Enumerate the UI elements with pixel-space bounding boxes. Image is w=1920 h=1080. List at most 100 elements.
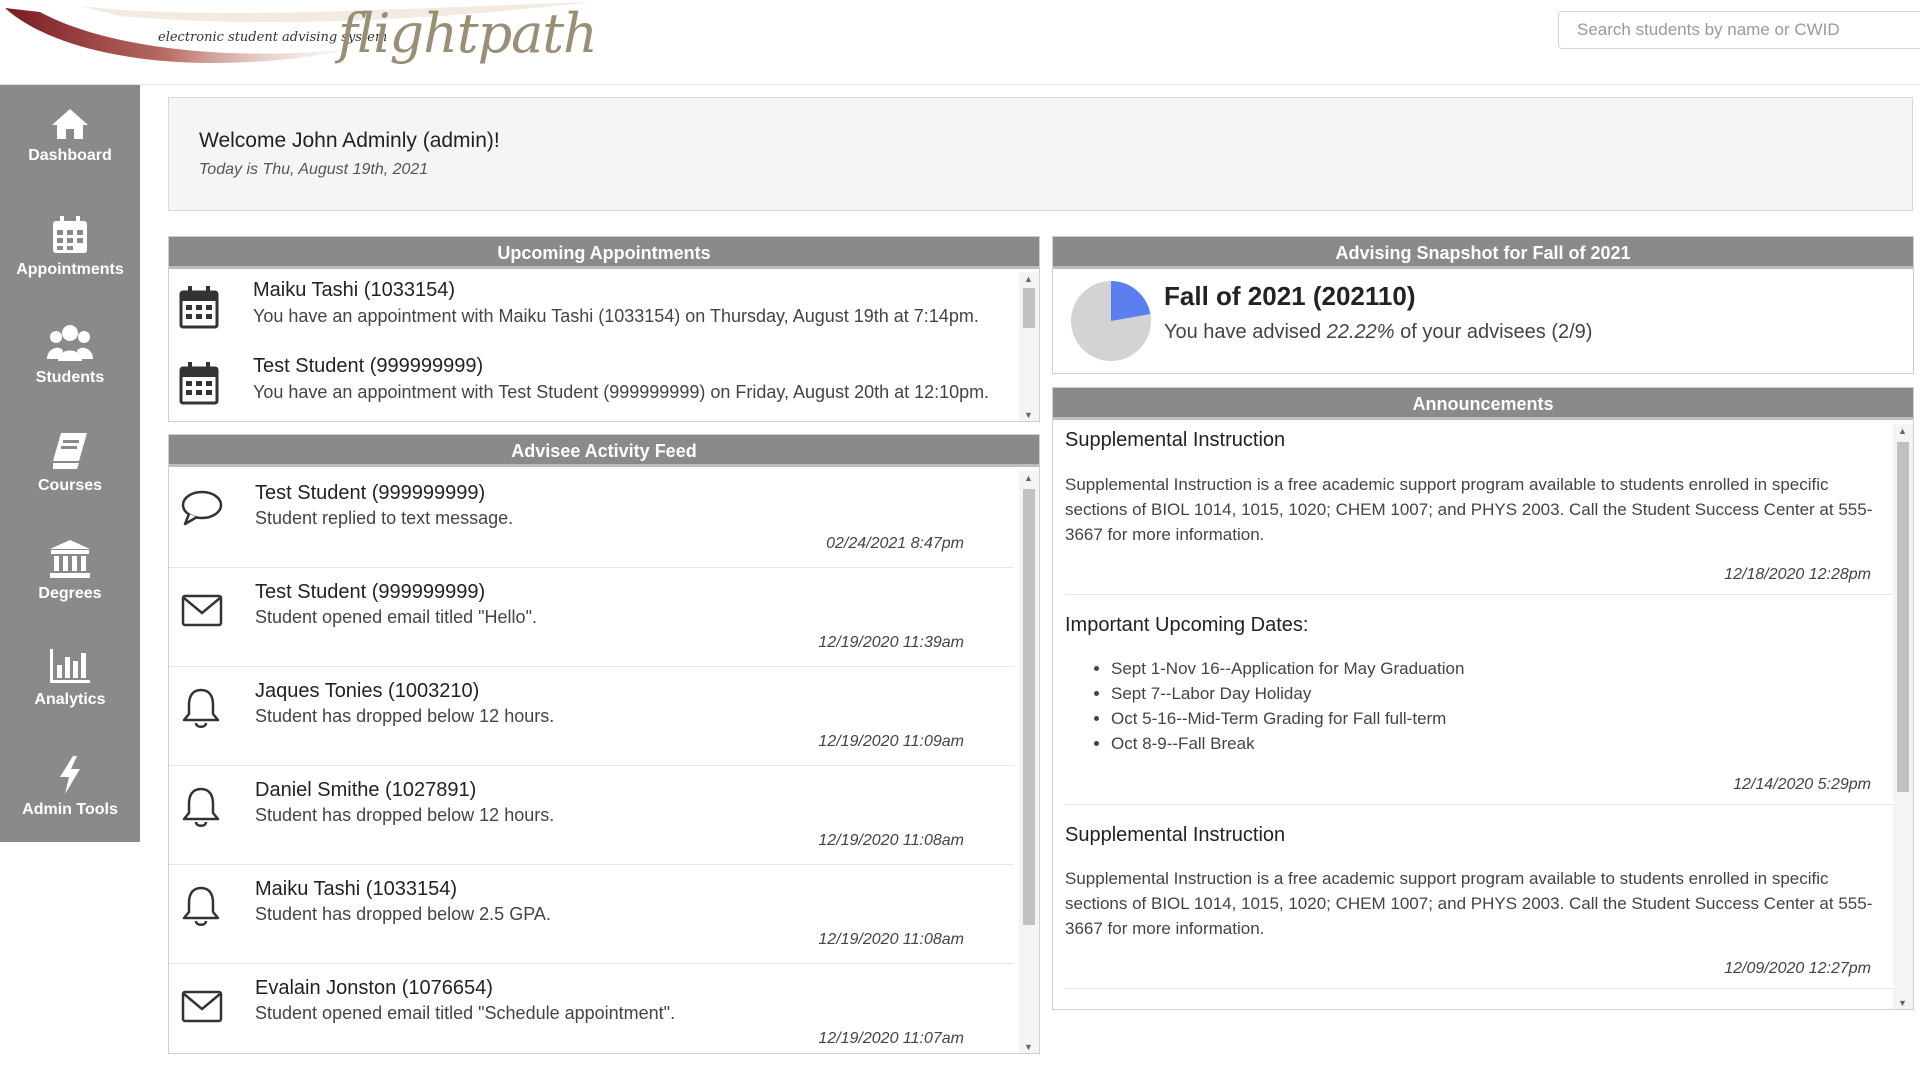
sidebar-item-label: Appointments [16,261,124,278]
activity-feed-scrollbar[interactable]: ▲ ▼ [1019,471,1039,1053]
announcements-scrollbar[interactable]: ▲ ▼ [1893,424,1913,1009]
bell-icon [182,886,220,926]
scroll-thumb[interactable] [1897,442,1909,792]
announcement-title: Supplemental Instruction [1065,824,1286,846]
scroll-down-arrow[interactable]: ▼ [1898,998,1907,1008]
announcement-divider [1065,594,1905,595]
snapshot-term: Fall of 2021 (202110) [1164,281,1416,311]
sidebar-item-label: Dashboard [28,147,112,164]
feed-timestamp: 12/19/2020 11:07am [818,1030,964,1047]
announcement-list-item: Oct 5-16--Mid-Term Grading for Fall full… [1111,706,1464,731]
feed-text: Student has dropped below 2.5 GPA. [255,904,551,924]
scroll-down-arrow[interactable]: ▼ [1024,1042,1033,1052]
users-icon [47,325,93,361]
announcement-title: Supplemental Instruction [1065,429,1286,451]
announcement-list-item: Sept 7--Labor Day Holiday [1111,681,1464,706]
scroll-down-arrow[interactable]: ▼ [1024,410,1033,420]
feed-student-name[interactable]: Maiku Tashi (1033154) [255,878,457,901]
appointment-student-name[interactable]: Maiku Tashi (1033154) [253,279,455,302]
bar-chart-icon [50,649,90,683]
sidebar-item-label: Courses [37,477,103,494]
appointments-heading: Upcoming Appointments [169,237,1039,269]
feed-student-name[interactable]: Test Student (999999999) [255,581,485,604]
snapshot-percent: 22.22% [1326,321,1395,343]
scroll-thumb[interactable] [1023,489,1035,925]
feed-student-name[interactable]: Test Student (999999999) [255,482,485,505]
logo-brand: flightpath [338,2,598,65]
feed-timestamp: 12/19/2020 11:08am [818,931,964,948]
bell-icon [182,787,220,827]
feed-text: Student has dropped below 12 hours. [255,706,555,726]
flightpath-logo[interactable]: electronic student advising system fligh… [0,0,600,82]
snapshot-heading: Advising Snapshot for Fall of 2021 [1053,237,1913,269]
announcements-panel: Announcements Supplemental Instruction S… [1052,387,1914,1010]
announcement-date: 12/18/2020 12:28pm [1724,566,1871,583]
calendar-icon [179,286,219,329]
envelope-icon [181,594,223,627]
announcement-list-item: Sept 1-Nov 16--Application for May Gradu… [1111,656,1464,681]
header: electronic student advising system fligh… [0,0,1920,85]
institution-icon [50,540,90,578]
pie-advised-slice [1111,281,1151,321]
sidebar-item-label: Admin Tools [22,801,118,818]
welcome-date: Today is Thu, August 19th, 2021 [199,161,429,178]
feed-item[interactable]: Test Student (999999999) Student opened … [169,568,1014,667]
scroll-up-arrow[interactable]: ▲ [1024,473,1033,483]
feed-timestamp: 12/19/2020 11:09am [818,733,964,750]
announcement-body: Supplemental Instruction is a free acade… [1065,869,1873,938]
feed-student-name[interactable]: Jaques Tonies (1003210) [255,680,479,703]
announcement-title: Important Upcoming Dates: [1065,614,1309,636]
sidebar-item-dashboard[interactable]: Dashboard [0,85,140,193]
feed-student-name[interactable]: Daniel Smithe (1027891) [255,779,476,802]
scroll-up-arrow[interactable]: ▲ [1898,426,1907,436]
appointments-scrollbar[interactable]: ▲ ▼ [1019,272,1039,421]
welcome-title: Welcome John Adminly (admin)! [199,129,500,152]
announcement-divider [1065,988,1905,989]
sidebar-item-courses[interactable]: Courses [0,409,140,517]
snapshot-text-prefix: You have advised [1164,321,1327,343]
feed-text: Student opened email titled "Hello". [255,607,537,627]
feed-text: Student opened email titled "Schedule ap… [255,1003,676,1023]
feed-text: Student replied to text message. [255,508,514,528]
feed-timestamp: 12/19/2020 11:08am [818,832,964,849]
sidebar-item-label: Analytics [34,691,106,708]
sidebar-item-label: Degrees [38,585,102,602]
advising-snapshot-panel: Advising Snapshot for Fall of 2021 Fall … [1052,236,1914,374]
bell-icon [182,688,220,728]
scroll-thumb[interactable] [1023,288,1035,328]
bolt-icon [60,756,80,794]
announcement-date: 12/14/2020 5:29pm [1733,776,1871,793]
appointment-text: You have an appointment with Maiku Tashi… [253,306,979,326]
feed-item[interactable]: Maiku Tashi (1033154) Student has droppe… [169,865,1014,964]
sidebar-item-admin-tools[interactable]: Admin Tools [0,733,140,841]
scroll-up-arrow[interactable]: ▲ [1024,274,1033,284]
feed-student-name[interactable]: Evalain Jonston (1076654) [255,977,493,1000]
appointment-item[interactable]: Test Student (999999999) You have an app… [169,345,1019,421]
snapshot-text: You have advised 22.22% of your advisees… [1164,321,1592,344]
appointment-text: You have an appointment with Test Studen… [253,382,990,402]
sidebar-item-label: Students [35,369,105,386]
feed-item[interactable]: Evalain Jonston (1076654) Student opened… [169,964,1014,1053]
snapshot-text-suffix: of your advisees (2/9) [1394,321,1593,343]
feed-item[interactable]: Test Student (999999999) Student replied… [169,469,1014,568]
student-search-input[interactable] [1558,11,1920,49]
feed-item[interactable]: Daniel Smithe (1027891) Student has drop… [169,766,1014,865]
welcome-box: Welcome John Adminly (admin)! Today is T… [168,97,1913,211]
envelope-icon [181,990,223,1023]
sidebar-item-analytics[interactable]: Analytics [0,625,140,733]
calendar-icon [53,216,87,253]
sidebar-item-students[interactable]: Students [0,301,140,409]
appointment-student-name[interactable]: Test Student (999999999) [253,355,483,378]
appointments-panel: Upcoming Appointments Maiku Tashi (10331… [168,236,1040,422]
activity-feed-panel: Advisee Activity Feed Test Student (9999… [168,434,1040,1054]
book-icon [53,433,87,469]
sidebar-item-appointments[interactable]: Appointments [0,193,140,301]
comment-icon [181,490,223,526]
announcement-divider [1065,804,1905,805]
announcement-body: Supplemental Instruction is a free acade… [1065,475,1873,544]
calendar-icon [179,362,219,405]
sidebar: Dashboard Appointments Students Courses [0,85,140,842]
appointment-item[interactable]: Maiku Tashi (1033154) You have an appoin… [169,269,1019,345]
sidebar-item-degrees[interactable]: Degrees [0,517,140,625]
feed-item[interactable]: Jaques Tonies (1003210) Student has drop… [169,667,1014,766]
